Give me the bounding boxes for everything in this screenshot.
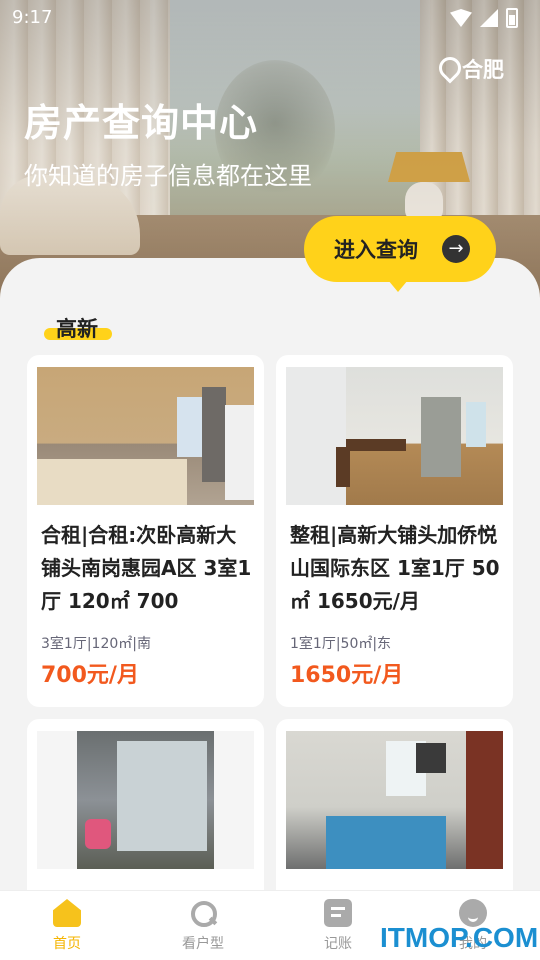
tab-home[interactable]: 首页 — [22, 899, 112, 953]
tab-home-label: 首页 — [53, 936, 81, 952]
city-label: 合肥 — [462, 58, 504, 82]
enter-query-button[interactable]: 进入查询 → — [304, 216, 496, 282]
listing-card[interactable] — [27, 719, 264, 919]
status-icons — [450, 8, 518, 28]
home-icon — [53, 899, 81, 927]
listing-photo — [37, 731, 254, 869]
listing-photo — [286, 367, 503, 505]
district-heading: 高新 — [56, 317, 98, 341]
battery-icon — [506, 8, 518, 28]
tab-bookkeeping[interactable]: 记账 — [293, 899, 383, 953]
listing-meta: 1室1厅|50㎡|东 — [290, 636, 392, 652]
listing-title: 合租|合租:次卧高新大铺头南岗惠园A区 3室1厅 120㎡ 700 — [41, 523, 252, 613]
wifi-icon — [450, 9, 472, 27]
status-bar: 9:17 — [0, 0, 540, 36]
listing-title: 整租|高新大铺头加侨悦山国际东区 1室1厅 50㎡ 1650元/月 — [290, 523, 500, 613]
watermark: ITMOP.COM — [380, 922, 539, 953]
enter-query-label: 进入查询 — [334, 238, 418, 262]
city-selector[interactable]: 合肥 — [438, 54, 504, 84]
notebook-icon — [324, 899, 352, 927]
listing-price: 1650元/月 — [290, 663, 404, 688]
tab-bookkeeping-label: 记账 — [324, 936, 352, 952]
listing-photo — [37, 367, 254, 505]
listing-card[interactable] — [276, 719, 513, 919]
listing-meta: 3室1厅|120㎡|南 — [41, 636, 151, 652]
search-icon — [189, 899, 217, 927]
tab-floorplans[interactable]: 看户型 — [158, 899, 248, 953]
page-title: 房产查询中心 — [24, 101, 259, 145]
listing-price: 700元/月 — [41, 663, 139, 688]
tab-floorplans-label: 看户型 — [182, 936, 224, 952]
page-subtitle: 你知道的房子信息都在这里 — [24, 162, 312, 190]
listing-card[interactable]: 合租|合租:次卧高新大铺头南岗惠园A区 3室1厅 120㎡ 700 3室1厅|1… — [27, 355, 264, 707]
arrow-right-icon: → — [442, 235, 470, 263]
listing-photo — [286, 731, 503, 869]
signal-icon — [480, 9, 498, 27]
location-pin-icon — [438, 57, 456, 81]
listing-card[interactable]: 整租|高新大铺头加侨悦山国际东区 1室1厅 50㎡ 1650元/月 1室1厅|5… — [276, 355, 513, 707]
status-time: 9:17 — [12, 7, 53, 28]
